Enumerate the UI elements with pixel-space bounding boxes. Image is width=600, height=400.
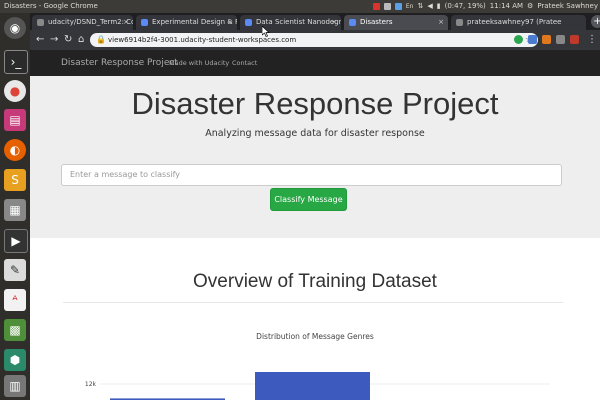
bar-group [110, 372, 370, 400]
tab-experimental-design[interactable]: Experimental Design & Re × [136, 15, 237, 30]
extension-icon[interactable] [514, 35, 523, 44]
terminal-icon[interactable]: ›_ [4, 50, 28, 74]
video-editor-icon[interactable]: ▶ [4, 229, 28, 253]
clock[interactable]: 11:14 AM [490, 0, 523, 13]
user-name[interactable]: Prateek Sawhney [537, 0, 598, 13]
nav-link-contact[interactable]: Contact [232, 50, 257, 76]
battery-icon[interactable]: ▮ [437, 0, 441, 13]
ubuntu-dash-icon[interactable]: ◉ [4, 17, 26, 39]
volume-icon[interactable]: ◀ [427, 0, 432, 13]
close-tab-icon[interactable]: × [438, 15, 444, 30]
nav-link-made-with-udacity[interactable]: Made with Udacity [169, 50, 229, 76]
software-center-icon[interactable]: ⬢ [4, 349, 26, 371]
calculator-icon[interactable]: ▩ [4, 319, 26, 341]
reload-icon[interactable]: ↻ [64, 33, 72, 47]
files-icon[interactable]: ▤ [4, 109, 26, 131]
hero-section: Disaster Response Project Analyzing mess… [30, 76, 600, 238]
udacity-icon [245, 19, 252, 26]
udacity-icon [349, 19, 356, 26]
app-indicator-icon[interactable] [383, 3, 391, 10]
tab-strip: udacity/DSND_Term2: Co × Experimental De… [30, 13, 600, 30]
lock-icon[interactable]: 🔒 [96, 35, 106, 44]
divider [63, 302, 563, 303]
message-input[interactable]: Enter a message to classify [61, 164, 562, 186]
firefox-icon[interactable]: ◐ [4, 139, 26, 161]
genre-bar-chart: 12k [85, 372, 550, 400]
keyboard-layout[interactable]: En [406, 0, 414, 13]
page-subtitle: Analyzing message data for disaster resp… [205, 128, 425, 139]
navbar-brand[interactable]: Disaster Response Project [61, 50, 178, 76]
close-tab-icon[interactable]: × [331, 15, 337, 30]
forward-arrow-icon[interactable]: → [50, 33, 58, 47]
github-icon [37, 19, 44, 26]
app-launcher: ◉ ›_ ● ▤ ◐ S ▦ ▶ ✎ ᴬ ▩ ⬢ ▥ [0, 13, 30, 400]
bar-news[interactable] [255, 372, 370, 400]
tab-dsnd-term2[interactable]: udacity/DSND_Term2: Co × [32, 15, 133, 30]
sublime-text-icon[interactable]: S [4, 169, 26, 191]
extension-icon[interactable] [570, 35, 579, 44]
battery-status[interactable]: (0:47, 19%) [445, 0, 486, 13]
app-indicator-icon[interactable] [372, 3, 380, 10]
text-editor-icon[interactable]: ✎ [4, 259, 26, 281]
tab-label: prateeksawhney97 (Pratee [467, 18, 562, 26]
site-navbar: Disaster Response Project Made with Udac… [30, 50, 600, 76]
extension-icon[interactable] [528, 35, 537, 44]
archive-icon[interactable]: ▦ [4, 199, 26, 221]
y-tick-label: 12k [85, 381, 97, 388]
pdf-reader-icon[interactable]: ᴬ [4, 289, 26, 311]
tab-data-scientist-nanodegree[interactable]: Data Scientist Nanodegre × [240, 15, 341, 30]
trash-icon[interactable]: ▥ [4, 375, 26, 397]
github-icon [456, 19, 463, 26]
udacity-icon [141, 19, 148, 26]
extension-icon[interactable] [542, 35, 551, 44]
omnibox[interactable]: 🔒 view6914b2f4-3001.udacity-student-work… [90, 33, 538, 47]
network-icon[interactable]: ⇅ [417, 0, 423, 13]
window-title: Disasters - Google Chrome [4, 2, 98, 10]
classify-message-button[interactable]: Classify Message [270, 188, 347, 211]
chrome-icon[interactable]: ● [4, 80, 26, 102]
chrome-menu-icon[interactable]: ⋮ [587, 33, 597, 47]
close-tab-icon[interactable]: × [227, 15, 233, 30]
system-tray: En ⇅ ◀ ▮ (0:47, 19%) 11:14 AM ⚙ Prateek … [372, 0, 598, 13]
system-top-bar: Disasters - Google Chrome En ⇅ ◀ ▮ (0:47… [0, 0, 600, 13]
home-icon[interactable]: ⌂ [78, 33, 84, 47]
tab-label: Disasters [360, 18, 393, 26]
mouse-cursor-icon [262, 26, 270, 37]
tab-label: udacity/DSND_Term2: Co [48, 18, 133, 26]
tab-prateeksawhney97[interactable]: prateeksawhney97 (Pratee [451, 15, 586, 30]
dropbox-icon[interactable] [394, 3, 402, 10]
tab-disasters[interactable]: Disasters × [344, 15, 448, 30]
settings-gear-icon[interactable]: ⚙ [527, 0, 533, 13]
address-toolbar: ← → ↻ ⌂ 🔒 view6914b2f4-3001.udacity-stud… [30, 30, 600, 50]
back-arrow-icon[interactable]: ← [36, 33, 44, 47]
tab-label: Experimental Design & Re [152, 18, 237, 26]
new-tab-button[interactable]: + [591, 15, 600, 28]
tab-label: Data Scientist Nanodegre [256, 18, 341, 26]
overview-title: Overview of Training Dataset [193, 271, 437, 292]
close-tab-icon[interactable]: × [123, 15, 129, 30]
extension-icon[interactable] [556, 35, 565, 44]
page-title: Disaster Response Project [131, 86, 499, 121]
